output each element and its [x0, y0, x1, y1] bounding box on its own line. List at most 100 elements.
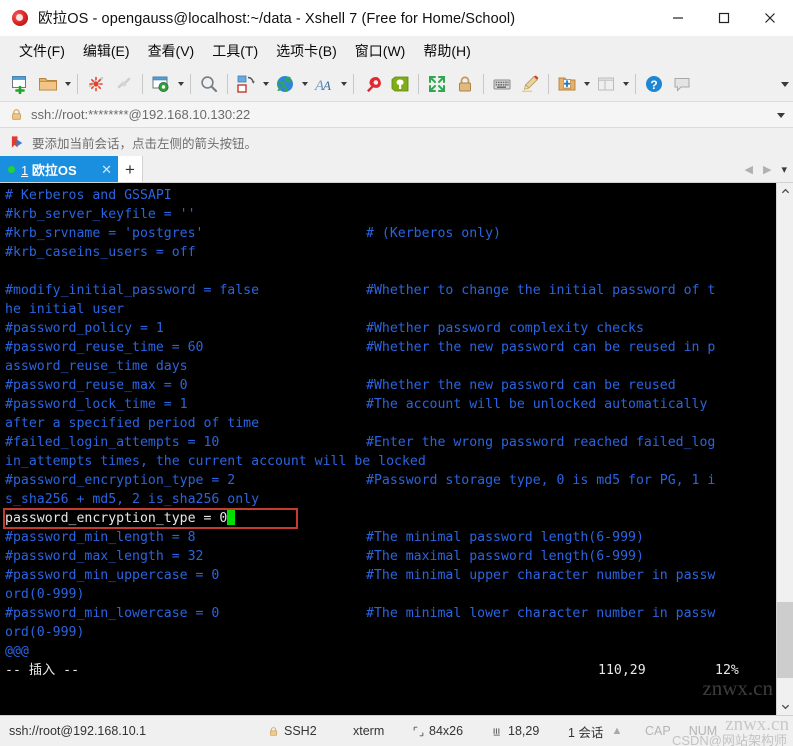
address-bar[interactable]: ssh://root:********@192.168.10.130:22: [0, 102, 793, 128]
quick-command-icon[interactable]: [386, 70, 414, 98]
terminal-line-text: #password_max_length = 32: [5, 547, 204, 566]
scrollbar-track[interactable]: [777, 200, 793, 698]
toolbar-overflow-button[interactable]: [781, 66, 789, 102]
status-cursor: 18,29: [492, 724, 539, 738]
tab-index: 1: [21, 163, 28, 178]
status-protocol-label: SSH2: [284, 724, 317, 738]
terminal-line: # Kerberos and GSSAPI: [5, 186, 776, 205]
status-terminal-type: xterm: [353, 724, 384, 738]
scroll-up-button[interactable]: [777, 183, 793, 200]
tab-scroll-right-button[interactable]: ▶: [761, 163, 773, 176]
terminal-line-text: #password_encryption_type = 2: [5, 471, 235, 490]
close-button[interactable]: [747, 0, 793, 36]
watermark-text: znwx.cn: [725, 714, 789, 736]
chat-icon[interactable]: [668, 70, 696, 98]
terminal-line-text: s_sha256 + md5, 2 is_sha256 only: [5, 490, 259, 509]
terminal-line-text: # Kerberos and GSSAPI: [5, 186, 172, 205]
terminal-scrollbar[interactable]: [776, 183, 793, 715]
screen-size-icon: [413, 726, 424, 737]
address-input[interactable]: ssh://root:********@192.168.10.130:22: [31, 107, 250, 122]
terminal-cursor: [227, 509, 235, 525]
globe-icon[interactable]: [271, 70, 299, 98]
terminal-line: #password_min_uppercase = 0#The minimal …: [5, 566, 776, 585]
connected-dot-icon: [8, 166, 15, 173]
menu-edit[interactable]: 编辑(E): [74, 38, 139, 64]
terminal-screen[interactable]: # Kerberos and GSSAPI#krb_server_keyfile…: [1, 183, 776, 715]
terminal-line-text: #password_policy = 1: [5, 319, 164, 338]
toolbar-separator: [418, 74, 419, 94]
font-icon[interactable]: A A: [310, 70, 338, 98]
scroll-down-button[interactable]: [777, 698, 793, 715]
terminal-line-text: after a specified period of time: [5, 414, 259, 433]
layout-dropdown[interactable]: [620, 70, 631, 98]
minimize-button[interactable]: [655, 0, 701, 36]
font-dropdown[interactable]: [338, 70, 349, 98]
disconnect-icon[interactable]: [82, 70, 110, 98]
session-properties-icon[interactable]: [147, 70, 175, 98]
status-sessions[interactable]: 1 会话 ▲: [568, 722, 622, 741]
terminal-line: #password_reuse_max = 0#Whether the new …: [5, 376, 776, 395]
notice-text: 要添加当前会话，点击左侧的箭头按钮。: [32, 133, 257, 152]
terminal-line-text: password_encryption_type = 0: [5, 509, 235, 528]
menu-tools[interactable]: 工具(T): [203, 38, 267, 64]
layout-icon[interactable]: [592, 70, 620, 98]
terminal-line-comment: #Password storage type, 0 is md5 for PG,…: [366, 471, 715, 490]
terminal-line-text: #password_lock_time = 1: [5, 395, 188, 414]
terminal-line: ord(0-999): [5, 623, 776, 642]
find-icon[interactable]: [195, 70, 223, 98]
terminal-line-comment: #Enter the wrong password reached failed…: [366, 433, 715, 452]
globe-dropdown[interactable]: [299, 70, 310, 98]
menu-view[interactable]: 查看(V): [139, 38, 204, 64]
tab-scroll-left-button[interactable]: ◀: [743, 163, 755, 176]
help-icon[interactable]: ?: [640, 70, 668, 98]
menu-file[interactable]: 文件(F): [10, 38, 74, 64]
lock-icon: [10, 108, 23, 121]
terminal-line-text: #failed_login_attempts = 10: [5, 433, 219, 452]
terminal-line-comment: #Whether password complexity checks: [366, 319, 644, 338]
session-properties-dropdown[interactable]: [175, 70, 186, 98]
compose-folder-dropdown[interactable]: [581, 70, 592, 98]
svg-text:A: A: [322, 78, 331, 93]
xshell-logo-icon: [6, 0, 34, 36]
keyboard-icon[interactable]: [488, 70, 516, 98]
chevron-up-icon[interactable]: ▲: [611, 725, 622, 737]
new-session-icon[interactable]: [6, 70, 34, 98]
new-tab-button[interactable]: +: [118, 156, 143, 182]
address-dropdown-button[interactable]: [777, 102, 785, 128]
terminal-line: assword_reuse_time days: [5, 357, 776, 376]
menu-window[interactable]: 窗口(W): [346, 38, 415, 64]
lock-icon[interactable]: [451, 70, 479, 98]
menu-tabs[interactable]: 选项卡(B): [267, 38, 346, 64]
compose-folder-icon[interactable]: [553, 70, 581, 98]
terminal-line-comment: #Whether the new password can be reused: [366, 376, 676, 395]
tab-euleros[interactable]: 1 欧拉OS ✕: [0, 156, 118, 182]
menu-help[interactable]: 帮助(H): [414, 38, 479, 64]
status-protocol: SSH2: [268, 724, 317, 738]
lock-icon: [268, 726, 279, 737]
tab-list-dropdown-button[interactable]: ▾: [779, 163, 789, 176]
terminal-area: # Kerberos and GSSAPI#krb_server_keyfile…: [0, 183, 793, 715]
file-transfer-icon[interactable]: [232, 70, 260, 98]
terminal-line-comment: #Whether to change the initial password …: [366, 281, 715, 300]
terminal-line-text: #password_min_uppercase = 0: [5, 566, 219, 585]
toolbar-separator: [353, 74, 354, 94]
reconnect-icon[interactable]: [110, 70, 138, 98]
toolbar-separator: [142, 74, 143, 94]
terminal-line-comment: # (Kerberos only): [366, 224, 501, 243]
maximize-button[interactable]: [701, 0, 747, 36]
scrollbar-thumb[interactable]: [777, 602, 793, 678]
terminal-line: after a specified period of time: [5, 414, 776, 433]
terminal-line-comment: #The account will be unlocked automatica…: [366, 395, 707, 414]
terminal-line: #password_min_lowercase = 0#The minimal …: [5, 604, 776, 623]
terminal-line-comment: #Whether the new password can be reused …: [366, 338, 715, 357]
highlight-pen-icon[interactable]: [516, 70, 544, 98]
open-folder-dropdown[interactable]: [62, 70, 73, 98]
ssh-key-icon[interactable]: [358, 70, 386, 98]
file-transfer-dropdown[interactable]: [260, 70, 271, 98]
toolbar-separator: [227, 74, 228, 94]
terminal-line: #password_encryption_type = 2 #Password s…: [5, 471, 776, 490]
status-size: 84x26: [413, 724, 463, 738]
open-folder-icon[interactable]: [34, 70, 62, 98]
tab-close-icon[interactable]: ✕: [91, 163, 112, 176]
fullscreen-icon[interactable]: [423, 70, 451, 98]
